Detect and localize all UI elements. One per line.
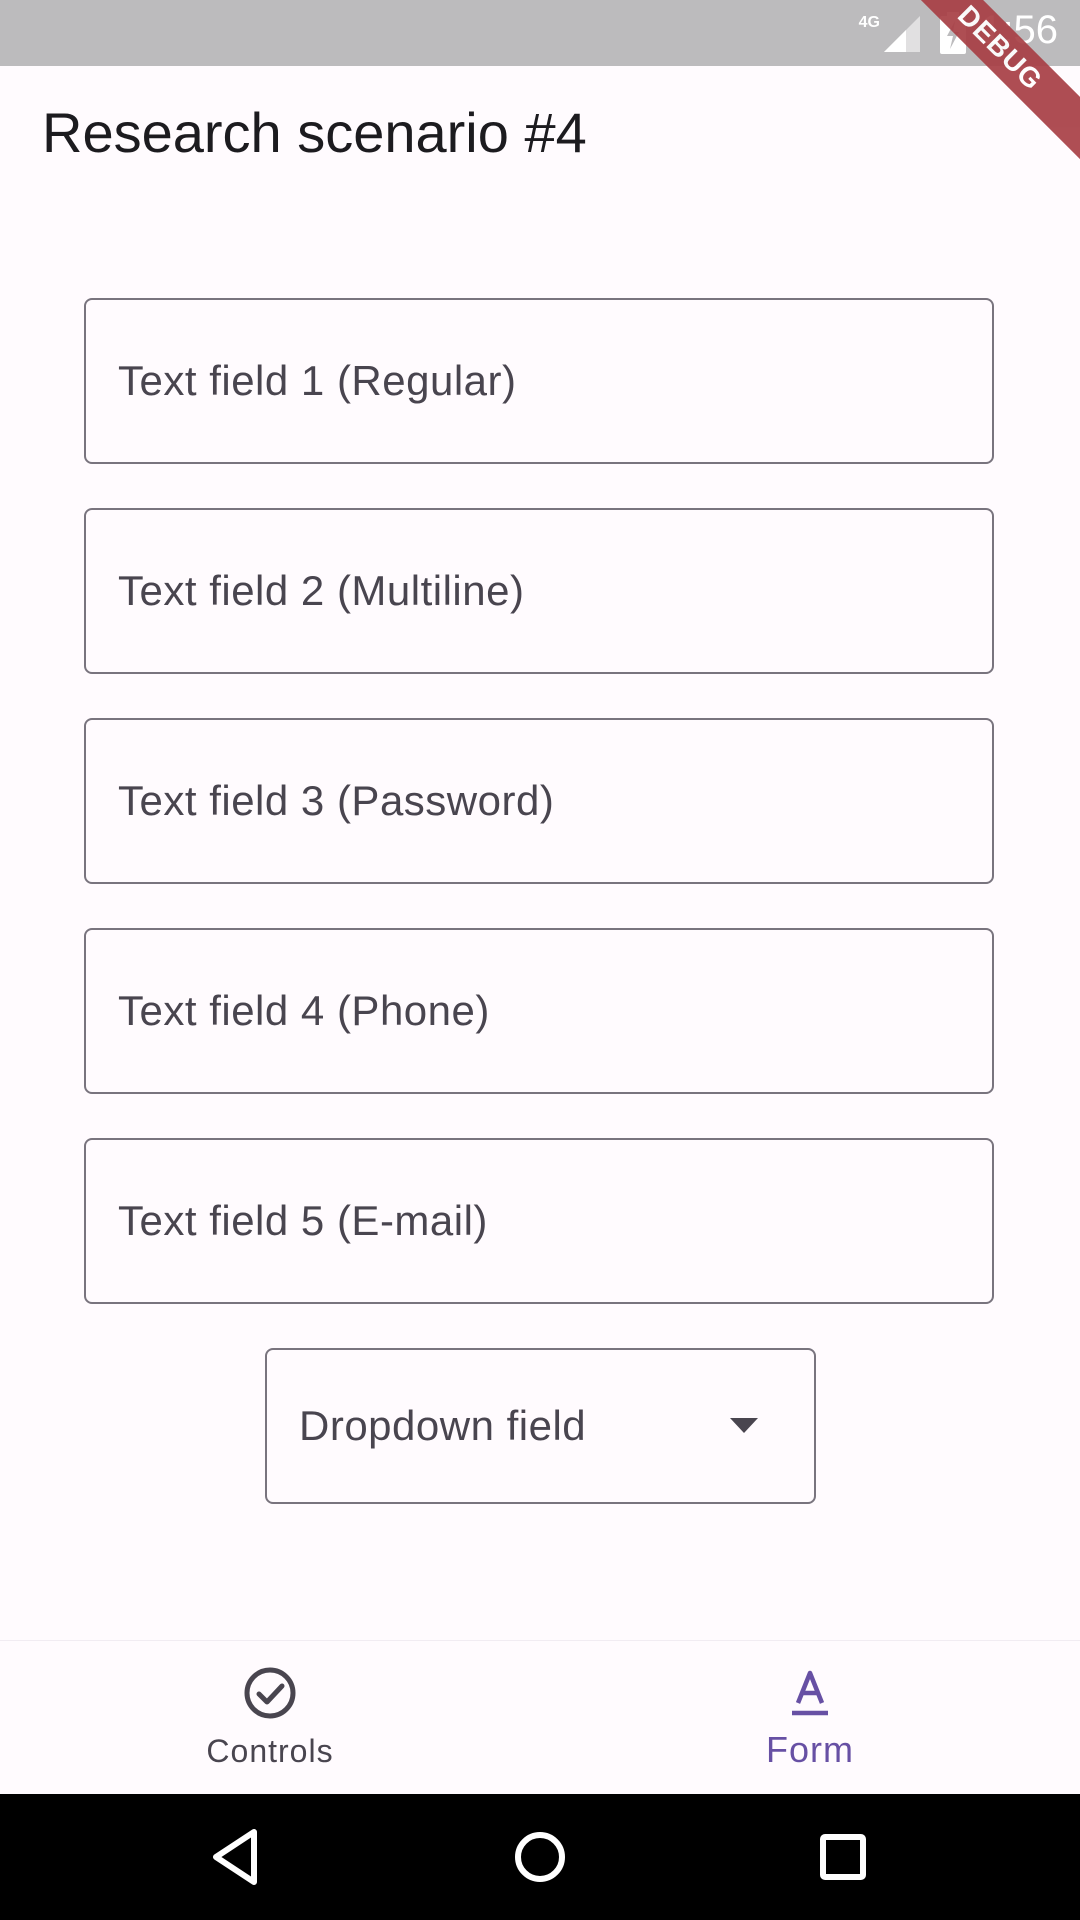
- system-navigation-bar: [0, 1794, 1080, 1920]
- nav-item-controls[interactable]: Controls: [0, 1641, 540, 1795]
- text-field-multiline[interactable]: Text field 2 (Multiline): [84, 508, 994, 674]
- network-type-label: 4G: [858, 14, 880, 31]
- text-field-password[interactable]: Text field 3 (Password): [84, 718, 994, 884]
- nav-label-controls: Controls: [206, 1733, 334, 1769]
- bottom-navigation: Controls Form: [0, 1640, 1080, 1795]
- app-screen: 4G 1:56 DEBUG Research scenario #4 Text …: [0, 0, 1080, 1920]
- nav-label-form: Form: [766, 1729, 854, 1770]
- text-field-label: Text field 5 (E-mail): [118, 1197, 488, 1244]
- text-field-regular[interactable]: Text field 1 (Regular): [84, 298, 994, 464]
- home-icon[interactable]: [507, 1824, 573, 1890]
- text-field-email[interactable]: Text field 5 (E-mail): [84, 1138, 994, 1304]
- nav-item-form[interactable]: Form: [540, 1641, 1080, 1795]
- text-field-label: Text field 2 (Multiline): [118, 567, 525, 614]
- text-format-icon: [792, 1670, 828, 1716]
- back-icon[interactable]: [204, 1824, 270, 1890]
- dropdown-label: Dropdown field: [299, 1402, 587, 1449]
- text-field-label: Text field 4 (Phone): [118, 987, 490, 1034]
- dropdown-field[interactable]: Dropdown field: [265, 1348, 816, 1504]
- status-bar: 4G 1:56: [0, 0, 1080, 66]
- check-circle-icon: [244, 1667, 296, 1719]
- text-field-label: Text field 1 (Regular): [118, 357, 517, 404]
- text-field-label: Text field 3 (Password): [118, 777, 555, 824]
- page-title: Research scenario #4: [42, 101, 587, 164]
- dropdown-arrow-icon: [730, 1418, 758, 1433]
- signal-icon: [884, 16, 920, 52]
- recents-icon[interactable]: [810, 1824, 876, 1890]
- text-field-phone[interactable]: Text field 4 (Phone): [84, 928, 994, 1094]
